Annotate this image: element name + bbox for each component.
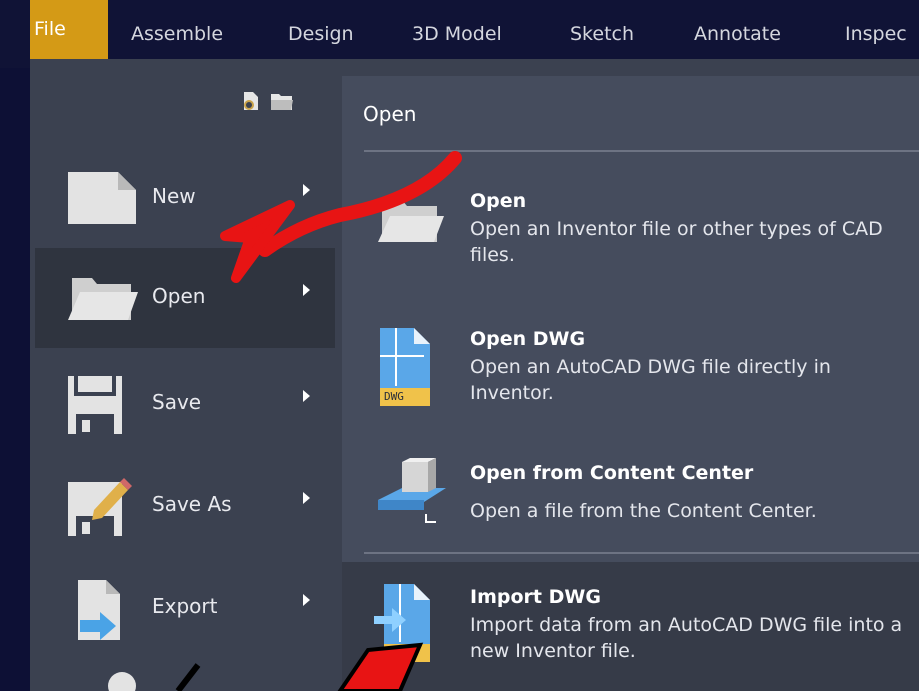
new-document-icon	[66, 168, 136, 228]
menu-item-label: Export	[152, 594, 218, 618]
panel-entry-open-dwg[interactable]: DWG Open DWG Open an AutoCAD DWG file di…	[342, 318, 919, 428]
folder-open-icon	[66, 268, 138, 328]
panel-entry-open[interactable]: Open Open an Inventor file or other type…	[342, 180, 919, 290]
tab-sketch[interactable]: Sketch	[570, 0, 634, 68]
tab-assemble[interactable]: Assemble	[131, 0, 223, 68]
entry-title: Open	[470, 190, 527, 212]
submenu-arrow-icon	[303, 594, 310, 606]
save-as-pencil-icon	[66, 476, 132, 536]
submenu-arrow-icon	[303, 284, 310, 296]
open-documents-icon[interactable]	[270, 90, 294, 116]
divider	[364, 552, 919, 554]
export-arrow-icon	[66, 578, 126, 640]
submenu-arrow-icon	[303, 390, 310, 402]
entry-description: Open an AutoCAD DWG file directly in Inv…	[470, 356, 831, 404]
menu-item-label: New	[152, 184, 196, 208]
floppy-disk-icon	[66, 374, 126, 434]
menu-item-label: Open	[152, 284, 206, 308]
menu-item-new[interactable]: New	[35, 148, 335, 248]
menu-item-label: Save As	[152, 492, 232, 516]
tab-file[interactable]: File	[30, 0, 108, 59]
dwg-badge: DWG	[384, 390, 404, 403]
menu-item-label: Save	[152, 390, 202, 414]
content-center-icon	[374, 456, 446, 523]
entry-description: Open a file from the Content Center.	[470, 500, 817, 522]
tab-inspect[interactable]: Inspec	[845, 0, 907, 68]
dwg-file-icon	[374, 326, 438, 406]
submenu-arrow-icon	[303, 184, 310, 196]
entry-title: Open DWG	[470, 328, 586, 350]
recent-documents-icon[interactable]	[240, 90, 262, 116]
entry-title: Import DWG	[470, 586, 601, 608]
ribbon-tab-bar: File Assemble Design 3D Model Sketch Ann…	[0, 0, 919, 68]
submenu-arrow-icon	[303, 492, 310, 504]
tab-3d-model[interactable]: 3D Model	[412, 0, 502, 68]
panel-entry-import-dwg[interactable]: Import DWG Import data from an AutoCAD D…	[342, 562, 919, 691]
menu-item-save-as[interactable]: Save As	[35, 456, 335, 556]
entry-description: Open an Inventor file or other types of …	[470, 218, 883, 266]
divider	[364, 150, 919, 152]
menu-item-open[interactable]: Open	[35, 248, 335, 348]
menu-item-save[interactable]: Save	[35, 354, 335, 454]
entry-title: Open from Content Center	[470, 462, 754, 484]
panel-entry-open-content-center[interactable]: Open from Content Center Open a file fro…	[342, 452, 919, 542]
folder-open-icon	[374, 192, 444, 256]
import-dwg-icon	[374, 582, 438, 662]
tab-annotate[interactable]: Annotate	[694, 0, 781, 68]
tab-design[interactable]: Design	[288, 0, 354, 68]
menu-item-export[interactable]: Export	[35, 558, 335, 658]
entry-description: Import data from an AutoCAD DWG file int…	[470, 614, 903, 662]
panel-title: Open	[363, 102, 417, 126]
